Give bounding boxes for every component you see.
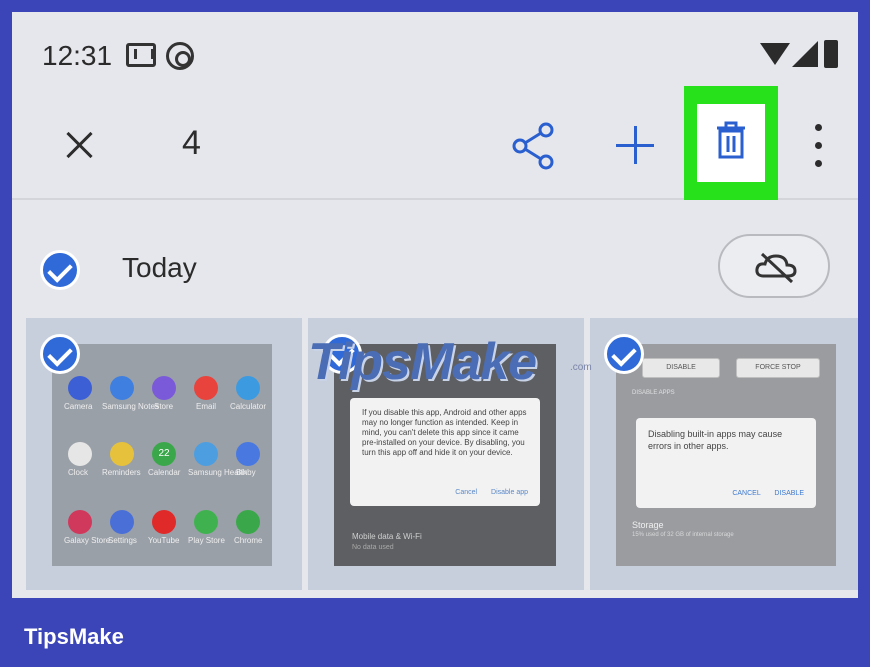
background-item: Mobile data & Wi-Fi	[352, 532, 422, 541]
health-app-icon	[194, 442, 218, 466]
calculator-app-icon	[236, 376, 260, 400]
photo-thumbnail[interactable]: DISABLE FORCE STOP DISABLE APPS Disablin…	[590, 318, 858, 590]
brand-name: TipsMake	[24, 624, 124, 649]
clock-app-icon	[68, 442, 92, 466]
brand-footer: TipsMake	[0, 598, 870, 667]
dialog-message: Disabling built-in apps may cause errors…	[648, 429, 783, 451]
selection-action-bar: 4	[12, 82, 858, 200]
close-icon[interactable]	[58, 124, 102, 168]
dialog-confirm: DISABLE	[774, 490, 804, 497]
cloud-off-icon	[755, 252, 797, 284]
youtube-app-icon	[152, 510, 176, 534]
dialog-actions: Cancel Disable app	[443, 488, 528, 498]
photo-thumbnail[interactable]: Camera Samsung Notes Store Email Calcula…	[26, 318, 302, 590]
app-label: Store	[154, 402, 174, 411]
app-label: YouTube	[148, 536, 180, 545]
status-bar: 12:31	[12, 12, 858, 82]
app-label: Galaxy Store	[64, 536, 111, 545]
storage-title: Storage	[632, 520, 664, 530]
date-label: Today	[122, 252, 197, 283]
at-sign-icon	[166, 42, 194, 70]
app-label: Calendar	[148, 468, 181, 477]
select-all-check-icon[interactable]	[40, 250, 80, 290]
app-label: Chrome	[234, 536, 263, 545]
force-stop-button: FORCE STOP	[736, 358, 820, 378]
reminders-app-icon	[110, 442, 134, 466]
mail-icon	[126, 43, 156, 67]
selected-count: 4	[182, 124, 201, 162]
trash-icon[interactable]	[697, 104, 765, 182]
app-label: Samsung Notes	[102, 402, 159, 411]
dialog-cancel: CANCEL	[732, 490, 761, 497]
background-item-sub: No data used	[352, 544, 394, 551]
date-section-header: Today	[12, 212, 858, 318]
camera-app-icon	[68, 376, 92, 400]
notes-app-icon	[110, 376, 134, 400]
chrome-app-icon	[236, 510, 260, 534]
wifi-icon	[760, 43, 790, 65]
dialog-cancel: Cancel	[455, 489, 478, 496]
dialog-message: If you disable this app, Android and oth…	[362, 408, 527, 457]
watermark-suffix: .com	[570, 362, 592, 373]
screenshot-app-drawer: Camera Samsung Notes Store Email Calcula…	[52, 344, 272, 566]
dialog-confirm: Disable app	[491, 489, 528, 496]
settings-app-icon	[110, 510, 134, 534]
storage-subtitle: 15% used of 32 GB of internal storage	[632, 532, 734, 538]
app-label: Play Store	[188, 536, 225, 545]
dialog-box: Disabling built-in apps may cause errors…	[636, 418, 816, 508]
section-label: DISABLE APPS	[632, 390, 675, 396]
app-label: Calculator	[230, 402, 267, 411]
status-time: 12:31	[42, 40, 113, 71]
disable-button: DISABLE	[642, 358, 720, 378]
watermark-text: TipsMake	[308, 333, 537, 391]
app-label: Settings	[108, 536, 137, 545]
play-store-app-icon	[194, 510, 218, 534]
app-label: Camera	[64, 402, 93, 411]
cloud-off-button[interactable]	[718, 234, 830, 298]
dialog-box: If you disable this app, Android and oth…	[350, 398, 540, 506]
app-label: Clock	[68, 468, 89, 477]
battery-icon	[824, 40, 838, 68]
app-label: Bixby	[236, 468, 256, 477]
add-icon[interactable]	[608, 118, 664, 174]
bixby-app-icon	[236, 442, 260, 466]
galaxy-store-app-icon	[68, 510, 92, 534]
selected-check-icon[interactable]	[40, 334, 80, 374]
screenshot-disable-confirm: DISABLE FORCE STOP DISABLE APPS Disablin…	[616, 344, 836, 566]
app-label: Email	[196, 402, 217, 411]
email-app-icon	[194, 376, 218, 400]
dialog-actions: CANCEL DISABLE	[720, 488, 804, 500]
app-label: Reminders	[102, 468, 141, 477]
phone-screen: 12:31 4 Today Camera Samsung Notes Store…	[12, 12, 858, 598]
calendar-app-icon: 22	[152, 442, 176, 466]
more-vert-icon[interactable]	[806, 122, 830, 170]
watermark: TipsMake .com	[302, 328, 612, 394]
store-app-icon	[152, 376, 176, 400]
share-icon[interactable]	[506, 118, 562, 174]
cell-signal-icon	[792, 41, 818, 67]
